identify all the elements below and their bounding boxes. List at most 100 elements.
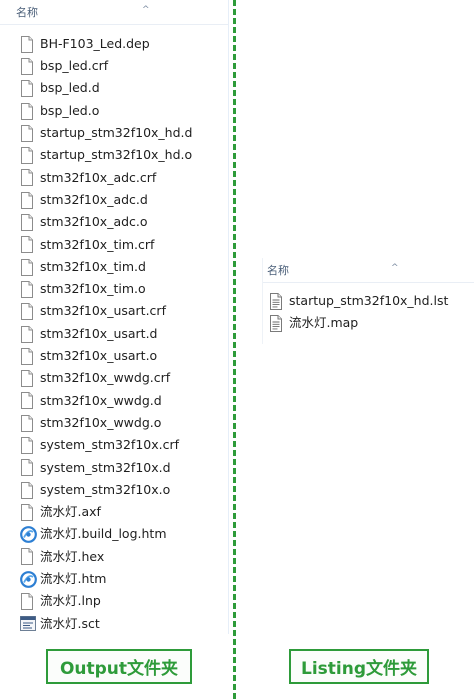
file-name: stm32f10x_tim.d [40,258,146,274]
sort-up-icon: ^ [391,263,399,273]
file-icon [20,124,34,142]
file-row[interactable]: 流水灯.map [263,312,474,334]
name-column-header[interactable]: 名称 ^ [0,2,228,25]
file-name: stm32f10x_wwdg.d [40,392,162,408]
file-name: stm32f10x_wwdg.crf [40,370,171,386]
file-name: system_stm32f10x.o [40,481,171,497]
file-row[interactable]: startup_stm32f10x_hd.lst [263,290,474,312]
file-name: BH-F103_Led.dep [40,35,150,51]
file-row[interactable]: startup_stm32f10x_hd.d [0,122,228,144]
listing-file-list: startup_stm32f10x_hd.lst 流水灯.map [263,290,474,334]
file-row[interactable]: stm32f10x_tim.o [0,278,228,300]
file-name: 流水灯.hex [40,548,105,564]
file-icon [20,593,34,611]
file-row[interactable]: BH-F103_Led.dep [0,33,228,55]
file-row[interactable]: 流水灯.axf [0,501,228,523]
file-name: system_stm32f10x.crf [40,437,180,453]
file-row[interactable]: system_stm32f10x.o [0,479,228,501]
file-icon [20,481,34,499]
file-name: stm32f10x_adc.d [40,191,148,207]
file-name: 流水灯.map [289,314,359,330]
file-icon [20,436,34,454]
file-row[interactable]: 流水灯.lnp [0,590,228,612]
file-icon [20,325,34,343]
name-column-label: 名称 [16,6,38,19]
file-name: stm32f10x_usart.crf [40,303,166,319]
file-icon [20,169,34,187]
browser-icon [20,526,37,544]
file-icon [20,347,34,365]
file-row[interactable]: stm32f10x_wwdg.o [0,412,228,434]
file-name: 流水灯.axf [40,504,101,520]
output-file-list: BH-F103_Led.dep bsp_led.crf bsp_led.d bsp_l… [0,33,228,635]
file-icon [20,414,34,432]
file-row[interactable]: stm32f10x_usart.crf [0,301,228,323]
listing-folder-label: Listing文件夹 [289,649,429,684]
file-name: 流水灯.build_log.htm [40,526,167,542]
output-folder-label: Output文件夹 [46,649,192,684]
sort-up-icon: ^ [142,5,150,15]
file-icon [20,214,34,232]
file-row[interactable]: stm32f10x_tim.d [0,256,228,278]
file-name: stm32f10x_tim.o [40,281,146,297]
name-column-label: 名称 [267,264,289,277]
file-row[interactable]: stm32f10x_adc.d [0,189,228,211]
file-name: system_stm32f10x.d [40,459,171,475]
file-icon [20,147,34,165]
text-file-icon [269,314,283,332]
file-name: stm32f10x_wwdg.o [40,414,162,430]
file-icon [20,303,34,321]
file-row[interactable]: system_stm32f10x.d [0,457,228,479]
file-row[interactable]: 流水灯.htm [0,568,228,590]
file-name: startup_stm32f10x_hd.o [40,147,193,163]
file-icon [20,35,34,53]
file-name: stm32f10x_usart.o [40,348,158,364]
file-icon [20,191,34,209]
file-row[interactable]: bsp_led.d [0,78,228,100]
file-row[interactable]: bsp_led.crf [0,55,228,77]
file-row[interactable]: stm32f10x_usart.d [0,323,228,345]
file-row[interactable]: stm32f10x_adc.crf [0,167,228,189]
output-folder-panel: 名称 ^ BH-F103_Led.dep bsp_led.crf bsp_led.d… [0,0,229,634]
file-name: startup_stm32f10x_hd.lst [289,292,449,308]
file-icon [20,80,34,98]
dashed-divider [233,0,236,699]
script-icon [20,615,36,632]
file-name: bsp_led.o [40,102,100,118]
file-name: 流水灯.lnp [40,593,101,609]
file-icon [20,370,34,388]
file-icon [20,280,34,298]
file-row[interactable]: 流水灯.sct [0,613,228,635]
file-row[interactable]: stm32f10x_wwdg.crf [0,367,228,389]
file-row[interactable]: 流水灯.build_log.htm [0,524,228,546]
file-name: stm32f10x_adc.o [40,214,148,230]
file-row[interactable]: 流水灯.hex [0,546,228,568]
file-icon [20,236,34,254]
file-row[interactable]: stm32f10x_wwdg.d [0,390,228,412]
file-name: 流水灯.sct [40,615,100,631]
file-row[interactable]: system_stm32f10x.crf [0,434,228,456]
file-name: 流水灯.htm [40,571,107,587]
file-icon [20,459,34,477]
file-row[interactable]: stm32f10x_usart.o [0,345,228,367]
listing-folder-panel: 名称 ^ startup_stm32f10x_hd.lst 流水灯.map [262,258,474,344]
file-icon [20,57,34,75]
file-row[interactable]: startup_stm32f10x_hd.o [0,144,228,166]
file-icon [20,392,34,410]
browser-icon [20,570,37,588]
file-row[interactable]: stm32f10x_tim.crf [0,234,228,256]
file-name: bsp_led.d [40,80,100,96]
file-name: bsp_led.crf [40,58,109,74]
file-name: stm32f10x_tim.crf [40,236,155,252]
file-name: stm32f10x_usart.d [40,325,158,341]
file-icon [20,258,34,276]
file-icon [20,503,34,521]
file-name: startup_stm32f10x_hd.d [40,125,193,141]
file-name: stm32f10x_adc.crf [40,169,157,185]
file-row[interactable]: bsp_led.o [0,100,228,122]
name-column-header[interactable]: 名称 ^ [263,260,474,283]
file-icon [20,102,34,120]
file-icon [20,548,34,566]
file-row[interactable]: stm32f10x_adc.o [0,211,228,233]
text-file-icon [269,292,283,310]
